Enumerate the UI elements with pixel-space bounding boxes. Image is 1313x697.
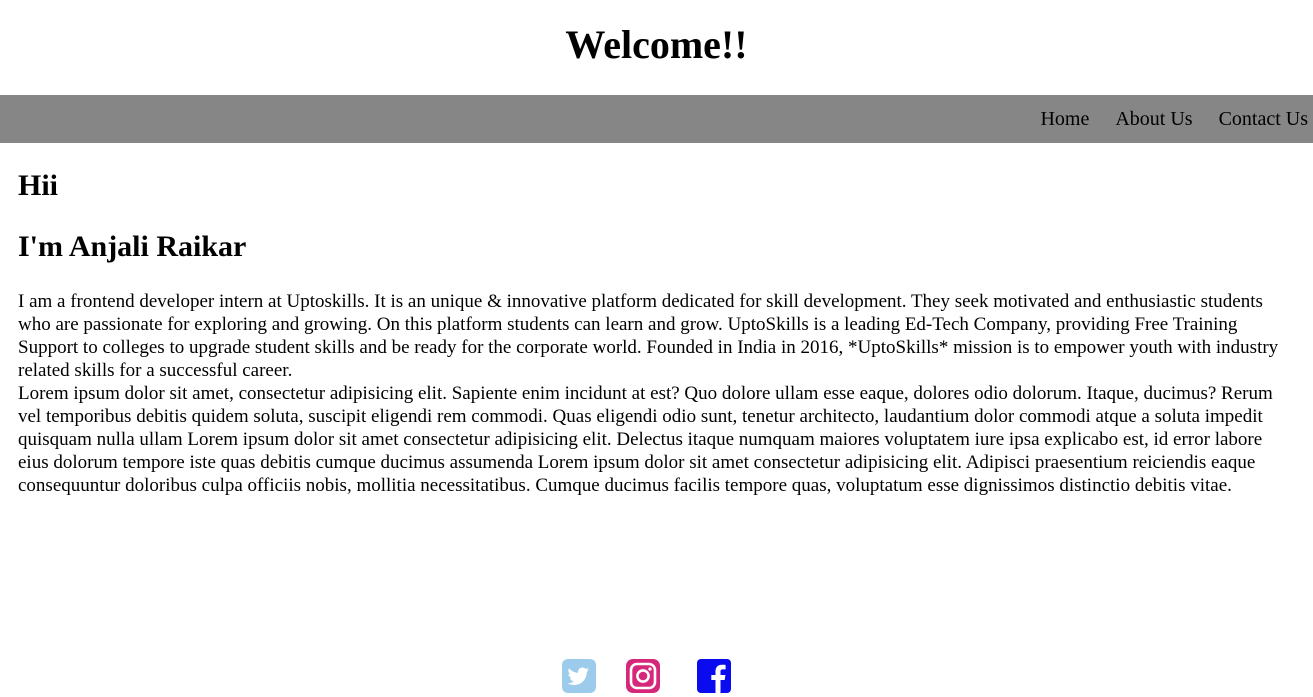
site-header: Welcome!! <box>0 0 1313 95</box>
bio-text: I am a frontend developer intern at Upto… <box>18 264 1295 497</box>
bio-paragraph-2: Lorem ipsum dolor sit amet, consectetur … <box>18 383 1273 496</box>
nav-link-contact-us[interactable]: Contact Us <box>1219 95 1308 143</box>
bio-paragraph-1: I am a frontend developer intern at Upto… <box>18 291 1279 381</box>
nav-bar: Home About Us Contact Us <box>0 95 1313 143</box>
twitter-icon-graphic <box>562 659 596 693</box>
twitter-icon[interactable] <box>562 659 596 693</box>
page-title: Welcome!! <box>565 22 748 67</box>
instagram-icon[interactable] <box>626 659 660 693</box>
page: Welcome!! Home About Us Contact Us Hii I… <box>0 0 1313 697</box>
facebook-icon[interactable] <box>697 659 731 693</box>
instagram-icon-graphic <box>626 659 660 693</box>
social-links <box>0 659 1313 693</box>
facebook-icon-graphic <box>697 659 731 693</box>
greeting-heading: Hii <box>18 169 59 202</box>
name-heading: I'm Anjali Raikar <box>18 230 247 263</box>
main-content: Hii I'm Anjali Raikar I am a frontend de… <box>0 143 1313 497</box>
nav-link-about-us[interactable]: About Us <box>1115 95 1192 143</box>
nav-link-home[interactable]: Home <box>1040 95 1089 143</box>
